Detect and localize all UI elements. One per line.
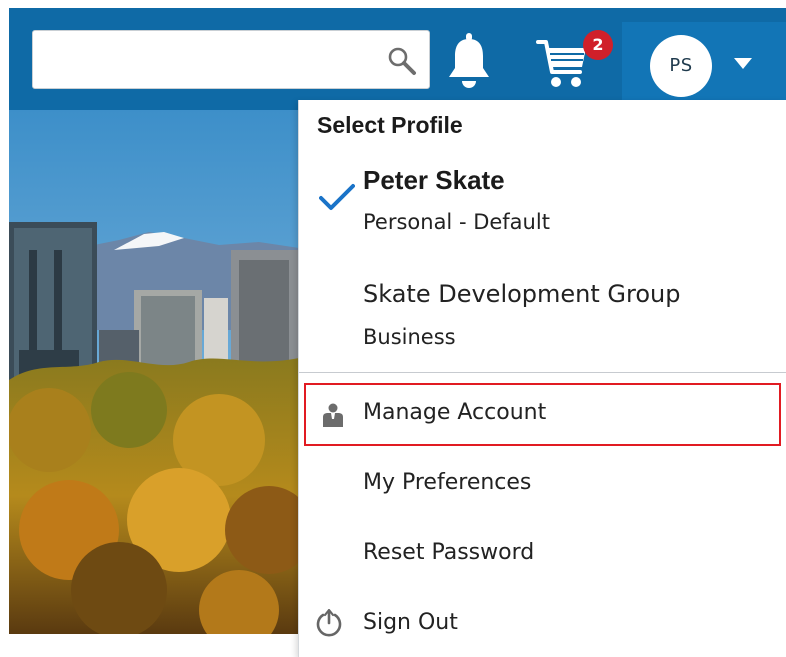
select-profile-heading: Select Profile — [317, 112, 463, 138]
avatar[interactable]: PS — [650, 35, 712, 97]
profile-type: Personal - Default — [363, 210, 550, 234]
profile-menu-button[interactable]: PS — [622, 22, 786, 110]
cart-count-badge: 2 — [583, 30, 613, 60]
profile-dropdown: Select Profile Peter Skate Personal - De… — [298, 100, 786, 657]
app-frame: 2 PS Select Profile Peter Skate Personal… — [0, 0, 786, 657]
power-icon — [316, 609, 342, 637]
manage-account-item[interactable]: Manage Account — [304, 383, 781, 446]
search-box[interactable] — [32, 30, 430, 89]
divider — [299, 372, 786, 373]
check-icon — [319, 184, 355, 210]
reset-password-item[interactable]: Reset Password — [299, 525, 786, 583]
my-preferences-label: My Preferences — [363, 470, 532, 495]
cart[interactable]: 2 — [536, 30, 616, 94]
reset-password-label: Reset Password — [363, 540, 535, 565]
city-skyline-image — [9, 110, 299, 634]
manage-account-label: Manage Account — [363, 400, 547, 425]
profile-name: Skate Development Group — [363, 280, 681, 308]
chevron-down-icon[interactable] — [733, 56, 753, 70]
profile-type: Business — [363, 325, 456, 349]
sign-out-label: Sign Out — [363, 610, 458, 635]
sign-out-item[interactable]: Sign Out — [299, 595, 786, 653]
bell-icon[interactable] — [444, 32, 494, 90]
search-input[interactable] — [43, 39, 377, 81]
profile-name: Peter Skate — [363, 165, 505, 195]
my-preferences-item[interactable]: My Preferences — [299, 455, 786, 513]
top-header: 2 PS — [9, 8, 786, 110]
person-icon — [323, 403, 343, 427]
search-icon[interactable] — [387, 46, 417, 76]
